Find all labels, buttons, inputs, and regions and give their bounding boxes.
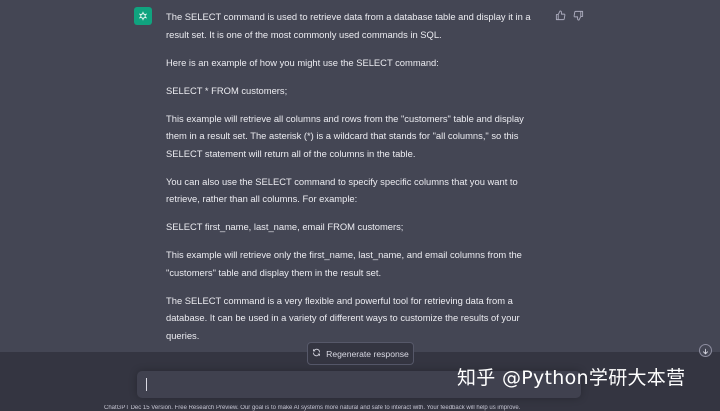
watermark: 知乎 @Python学研大本营 xyxy=(457,367,686,389)
message-paragraph: You can also use the SELECT command to s… xyxy=(166,175,518,205)
thumbs-up-icon[interactable] xyxy=(554,9,566,21)
message-paragraph: The SELECT command is a very flexible an… xyxy=(166,294,520,342)
message-paragraph: This example will retrieve only the firs… xyxy=(166,249,522,278)
footer-disclaimer: ChatGPT Dec 15 Version. Free Research Pr… xyxy=(104,405,521,411)
feedback-buttons xyxy=(554,9,584,21)
thumbs-down-icon[interactable] xyxy=(572,9,584,21)
message-paragraph: Here is an example of how you might use … xyxy=(166,56,439,68)
message-content: The SELECT command is used to retrieve d… xyxy=(166,8,538,355)
arrow-down-icon xyxy=(702,342,709,360)
message-paragraph: This example will retrieve all columns a… xyxy=(166,112,524,159)
regenerate-response-button[interactable]: Regenerate response xyxy=(307,342,414,365)
assistant-message: The SELECT command is used to retrieve d… xyxy=(0,0,720,352)
refresh-icon xyxy=(312,348,321,359)
openai-logo-icon xyxy=(134,7,152,25)
text-caret xyxy=(146,378,147,391)
message-paragraph: The SELECT command is used to retrieve d… xyxy=(166,11,531,40)
scroll-to-bottom-button[interactable] xyxy=(699,344,712,357)
code-example: SELECT first_name, last_name, email FROM… xyxy=(166,221,404,233)
chat-page: The SELECT command is used to retrieve d… xyxy=(0,0,720,411)
regenerate-label: Regenerate response xyxy=(326,348,409,359)
code-example: SELECT * FROM customers; xyxy=(166,84,288,96)
